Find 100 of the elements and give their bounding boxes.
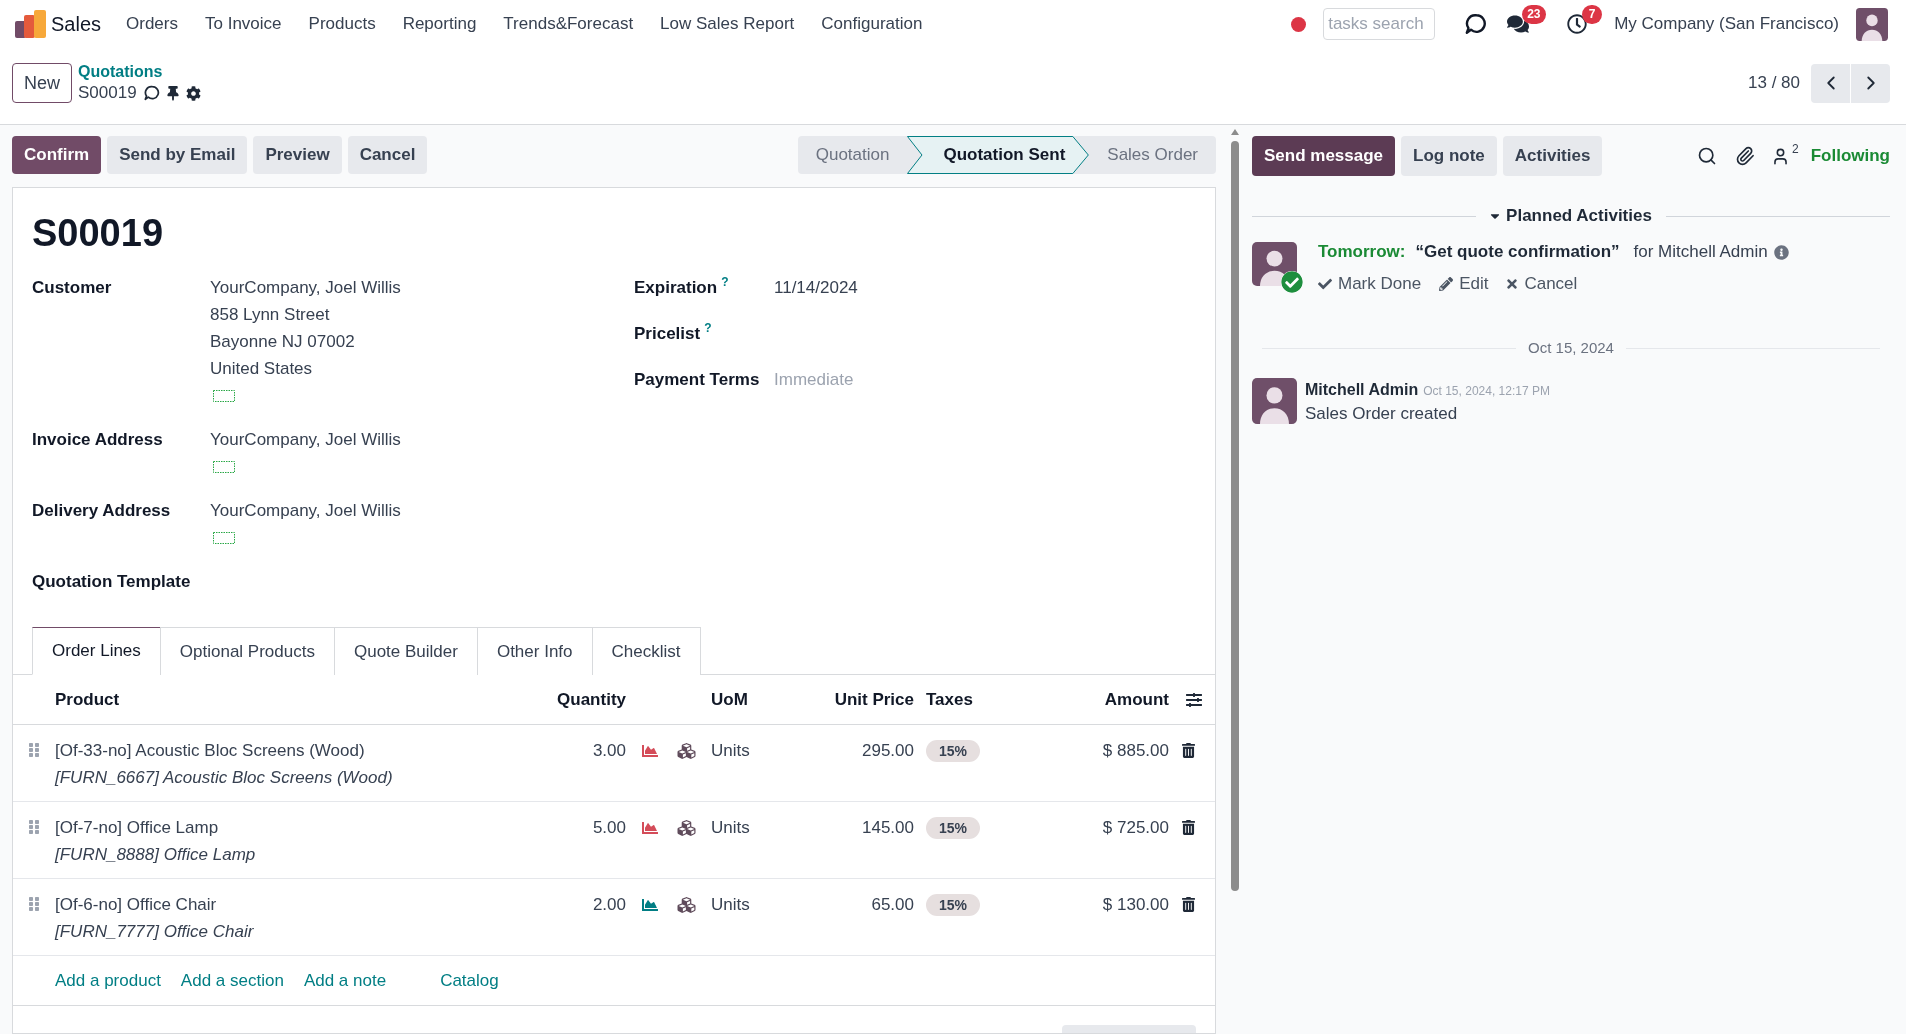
field-label: Payment Terms (634, 369, 760, 391)
tab[interactable]: Other Info (476, 627, 593, 675)
add-line-link[interactable]: Add a section (180, 967, 284, 994)
app-name[interactable]: Sales (51, 9, 102, 39)
chatter-button[interactable]: Log note (1401, 136, 1497, 176)
tab[interactable]: Quote Builder (333, 627, 478, 675)
field-label: Expiration (634, 277, 718, 299)
action-button[interactable]: Cancel (347, 136, 428, 174)
column-header[interactable]: Product (55, 686, 120, 713)
message-author[interactable]: Mitchell Admin (1305, 378, 1419, 402)
cubes-icon[interactable] (676, 818, 697, 837)
menu-item[interactable]: Orders (126, 11, 178, 37)
chatter-button[interactable]: Activities (1502, 136, 1603, 176)
edit-button[interactable]: Edit (1439, 271, 1489, 297)
table-cell-text: Units (711, 817, 750, 839)
add-line-link[interactable]: Add a note (303, 967, 387, 994)
action-button[interactable]: Send by Email (107, 136, 248, 174)
scroll-up-arrow-icon[interactable] (1231, 129, 1239, 135)
action-button[interactable]: Confirm (12, 136, 102, 174)
area-chart-icon[interactable] (640, 819, 660, 836)
add-line-link[interactable]: Catalog (440, 967, 499, 994)
following-button[interactable]: Following (1810, 143, 1890, 169)
status-step[interactable]: Quotation (797, 136, 908, 174)
trash-icon[interactable] (1182, 743, 1195, 758)
scrollbar-thumb[interactable] (1231, 141, 1239, 891)
tax-tag: 15% (926, 894, 981, 916)
column-header[interactable]: Amount (1104, 686, 1169, 713)
follower-count[interactable]: 2 (1792, 142, 1799, 156)
drag-handle-icon[interactable] (29, 819, 39, 835)
tab[interactable]: Checklist (591, 627, 701, 675)
sales-app-logo-icon[interactable] (15, 10, 46, 38)
planned-activities-toggle[interactable]: Planned Activities (1476, 203, 1666, 229)
column-header[interactable]: Taxes (926, 686, 973, 713)
record-name: S00019 (78, 82, 137, 104)
next-button[interactable] (1851, 63, 1890, 103)
help-mark[interactable]: ? (704, 321, 712, 335)
action-button[interactable]: Preview (253, 136, 342, 174)
field-value[interactable]: 11/14/2024 (774, 274, 858, 301)
partner-name: YourCompany, Joel Willis (210, 277, 401, 299)
help-mark[interactable]: ? (721, 275, 729, 289)
message-body: Sales Order created (1305, 403, 1459, 425)
status-step[interactable]: Quotation Sent (907, 136, 1090, 174)
activity-due: Tomorrow: (1318, 241, 1406, 264)
product-description: [FURN_7777] Office Chair (55, 921, 255, 943)
column-settings-icon[interactable] (1185, 691, 1203, 708)
settings-icon[interactable] (185, 85, 201, 101)
clock-icon[interactable] (1567, 14, 1588, 34)
dashed-rectangle-icon (213, 389, 235, 402)
search-icon[interactable] (1697, 146, 1717, 166)
column-header[interactable]: Unit Price (834, 686, 914, 713)
pager-value[interactable]: 13 / 80 (1748, 70, 1800, 96)
menu-item[interactable]: Products (308, 11, 376, 37)
previous-button[interactable] (1811, 63, 1850, 103)
table-cell-text: $ 130.00 (1102, 894, 1169, 916)
trash-icon[interactable] (1182, 897, 1195, 912)
cross-icon (1506, 277, 1519, 291)
menu-item[interactable]: Reporting (402, 11, 477, 37)
column-header[interactable]: UoM (711, 686, 748, 713)
info-icon[interactable] (1773, 244, 1789, 260)
avatar-silhouette-icon (1252, 242, 1297, 286)
breadcrumb-link[interactable]: Quotations (78, 62, 201, 82)
paperclip-icon[interactable] (1735, 146, 1755, 166)
menu-item[interactable]: To Invoice (205, 11, 282, 37)
tab[interactable]: Order Lines (32, 627, 161, 675)
chatter-button[interactable]: Send message (1252, 136, 1396, 176)
record-title: S00019 (31, 211, 164, 256)
table-cell-text: $ 885.00 (1102, 740, 1169, 762)
user-icon[interactable] (1771, 146, 1790, 166)
area-chart-icon[interactable] (640, 742, 660, 759)
drag-handle-icon[interactable] (29, 742, 39, 758)
dashed-rectangle-icon (213, 460, 235, 473)
table-cell-text: 5.00 (592, 817, 626, 839)
speech-bubble-icon[interactable] (1465, 13, 1488, 35)
user-avatar-icon[interactable] (1856, 7, 1888, 41)
tax-tag: 15% (926, 817, 981, 839)
count-badge: 7 (1582, 5, 1603, 24)
area-chart-icon[interactable] (640, 896, 660, 913)
company-switcher[interactable]: My Company (San Francisco) (1614, 11, 1839, 37)
cancel-button[interactable]: Cancel (1506, 271, 1578, 297)
menu-item[interactable]: Trends&Forecast (503, 11, 634, 37)
drag-handle-icon[interactable] (29, 896, 39, 912)
tab[interactable]: Optional Products (159, 627, 335, 675)
partner-name: YourCompany, Joel Willis (210, 429, 401, 451)
menu-item[interactable]: Configuration (821, 11, 923, 37)
menu-item[interactable]: Low Sales Report (660, 11, 795, 37)
table-cell-text: 295.00 (862, 740, 914, 762)
status-step[interactable]: Sales Order (1089, 136, 1216, 174)
search-field[interactable]: tasks search (1323, 8, 1436, 40)
partner-name: YourCompany, Joel Willis (210, 500, 401, 522)
speech-bubble-icon[interactable] (143, 85, 160, 101)
cubes-icon[interactable] (676, 895, 697, 914)
add-line-link[interactable]: Add a product (55, 967, 161, 994)
trash-icon[interactable] (1182, 820, 1195, 835)
payment-terms-field[interactable]: Immediate (774, 366, 894, 393)
mark-done-button[interactable]: Mark Done (1318, 271, 1422, 297)
cubes-icon[interactable] (676, 741, 697, 760)
dashed-rectangle-icon (213, 531, 235, 544)
new-button[interactable]: New (12, 63, 72, 103)
pin-icon[interactable] (166, 85, 179, 101)
column-header[interactable]: Quantity (557, 686, 626, 713)
